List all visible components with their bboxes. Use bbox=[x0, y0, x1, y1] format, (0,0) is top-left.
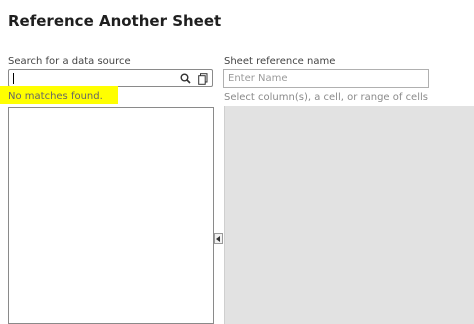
copy-icon[interactable] bbox=[196, 72, 210, 85]
caret-left-icon bbox=[216, 235, 220, 242]
search-icon[interactable] bbox=[178, 72, 192, 85]
search-results-panel[interactable] bbox=[8, 107, 214, 324]
reference-name-label: Sheet reference name bbox=[224, 56, 336, 67]
reference-name-input[interactable] bbox=[223, 69, 429, 88]
search-box bbox=[8, 69, 213, 87]
search-label: Search for a data source bbox=[8, 56, 131, 67]
dialog-title: Reference Another Sheet bbox=[8, 12, 222, 30]
range-hint: Select column(s), a cell, or range of ce… bbox=[224, 92, 428, 103]
search-input[interactable] bbox=[12, 71, 172, 85]
no-matches-message: No matches found. bbox=[8, 91, 103, 102]
sheet-grid-preview[interactable] bbox=[224, 106, 474, 324]
collapse-panel-toggle[interactable] bbox=[214, 233, 223, 244]
